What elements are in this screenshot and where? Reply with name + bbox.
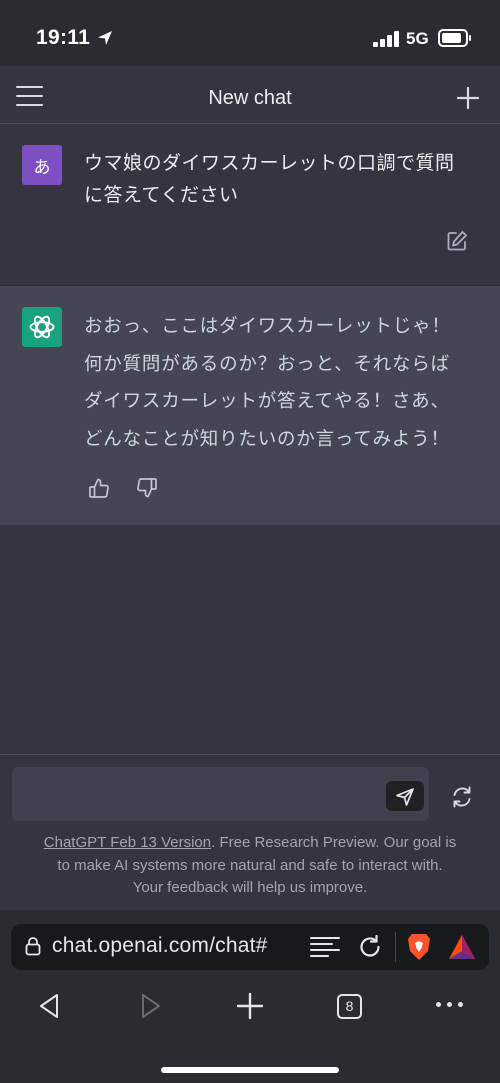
user-message-line: ウマ娘のダイワスカーレットの口調で質問 xyxy=(84,152,455,174)
assistant-message-line: どんなことが知りたいのか言ってみよう！ xyxy=(84,428,450,450)
disclaimer-line-2: to make AI systems more natural and safe… xyxy=(57,856,443,874)
more-icon[interactable] xyxy=(436,1002,464,1010)
send-button[interactable] xyxy=(386,781,424,811)
assistant-message: おおっ、ここはダイワスカーレットじゃ！ 何か質問があるのか？おっと、それならば … xyxy=(0,286,500,525)
home-indicator[interactable] xyxy=(161,1067,339,1073)
forward-arrow-icon[interactable] xyxy=(140,993,162,1019)
lock-icon xyxy=(25,937,41,956)
status-time: 19:11 xyxy=(36,26,91,49)
page-title: New chat xyxy=(208,87,292,109)
bat-triangle-icon[interactable] xyxy=(447,933,477,961)
user-avatar: あ xyxy=(22,145,62,185)
disclaimer-line-1: ChatGPT Feb 13 Version. Free Research Pr… xyxy=(14,832,486,855)
brave-lion-icon[interactable] xyxy=(407,932,431,962)
disclaimer-line-3: Your feedback will help us improve. xyxy=(132,879,368,896)
reload-icon[interactable] xyxy=(357,934,383,960)
url-text: chat.openai.com/chat# xyxy=(52,934,268,957)
version-link[interactable]: ChatGPT Feb 13 Version xyxy=(44,834,211,851)
battery-icon xyxy=(438,29,471,47)
user-message-line: に答えてください xyxy=(84,184,239,206)
plus-icon[interactable] xyxy=(456,86,480,110)
address-bar[interactable]: chat.openai.com/chat# xyxy=(11,924,489,970)
back-arrow-icon[interactable] xyxy=(38,993,60,1019)
status-bar: 19:11 5G xyxy=(0,0,500,66)
assistant-message-line: 何か質問があるのか？おっと、それならば xyxy=(84,353,450,375)
openai-logo-icon xyxy=(22,307,62,347)
assistant-message-line: おおっ、ここはダイワスカーレットじゃ！ xyxy=(84,316,451,337)
regenerate-icon[interactable] xyxy=(450,785,474,809)
assistant-message-line: ダイワスカーレットが答えてやる！さあ、 xyxy=(84,391,450,412)
message-input[interactable] xyxy=(24,779,384,809)
composer-area: ChatGPT Feb 13 Version. Free Research Pr… xyxy=(0,754,500,910)
location-arrow-icon xyxy=(98,31,112,45)
new-tab-icon[interactable] xyxy=(236,992,264,1020)
message-input-box[interactable] xyxy=(12,767,429,821)
reader-mode-icon[interactable] xyxy=(310,936,340,958)
disclaimer-text-1: . Free Research Preview. Our goal is xyxy=(211,834,457,851)
user-message-text: ウマ娘のダイワスカーレットの口調で質問 に答えてください xyxy=(84,147,476,211)
address-bar-divider xyxy=(395,932,396,962)
battery-fill xyxy=(442,33,461,43)
edit-icon[interactable] xyxy=(446,230,468,252)
tab-count-icon[interactable]: 8 xyxy=(337,994,362,1019)
signal-icon xyxy=(373,31,399,47)
thumbs-up-icon[interactable] xyxy=(88,477,110,499)
disclaimer: ChatGPT Feb 13 Version. Free Research Pr… xyxy=(14,832,486,900)
app-header: New chat xyxy=(0,66,500,124)
thumbs-down-icon[interactable] xyxy=(136,477,158,499)
browser-nav: 8 xyxy=(0,988,500,1032)
network-type: 5G xyxy=(406,29,429,48)
browser-toolbar: chat.openai.com/chat# 8 xyxy=(0,910,500,1083)
openai-logo-glyph xyxy=(29,315,55,339)
assistant-message-text: おおっ、ここはダイワスカーレットじゃ！ 何か質問があるのか？おっと、それならば … xyxy=(84,308,482,458)
send-icon xyxy=(396,788,414,806)
user-message: あ ウマ娘のダイワスカーレットの口調で質問 に答えてください xyxy=(0,124,500,286)
